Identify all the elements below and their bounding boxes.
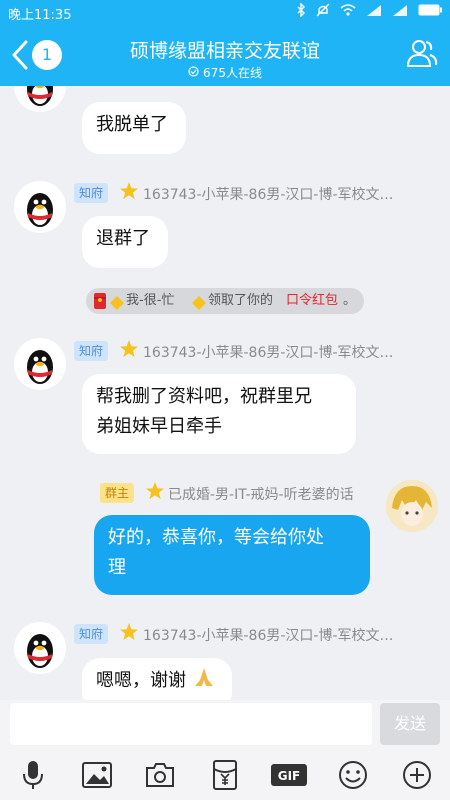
online-icon <box>188 65 199 80</box>
system-user[interactable]: 我-很-忙 <box>126 288 174 314</box>
star-icon <box>119 339 139 363</box>
star-icon <box>119 181 139 205</box>
battery-icon <box>418 4 442 20</box>
praying-hands-icon <box>192 666 216 700</box>
wifi-icon <box>340 4 356 20</box>
qq-penguin-icon <box>27 193 53 227</box>
avatar-penguin[interactable] <box>14 622 66 674</box>
sender-nickname[interactable]: 163743-小苹果-86男-汉口-博-军校文… <box>143 625 394 645</box>
signal-icon-2 <box>392 4 408 20</box>
qq-penguin-icon <box>27 86 53 106</box>
microphone-icon[interactable] <box>16 760 50 790</box>
signal-icon <box>366 4 382 20</box>
image-icon[interactable] <box>80 760 114 790</box>
member-title-tag: 知府 <box>74 183 109 203</box>
status-bar: 晚上11:35 <box>0 0 450 24</box>
message-text-line: 帮我删了资料吧，祝群里兄 <box>96 386 312 407</box>
bluetooth-icon <box>296 2 306 21</box>
mute-icon <box>316 3 330 21</box>
diamond-icon <box>110 294 124 320</box>
message-text-line: 弟姐妹早日牵手 <box>96 416 222 437</box>
sender-nickname[interactable]: 163743-小苹果-86男-汉口-博-军校文… <box>143 184 394 204</box>
group-title: 硕博缘盟相亲交友联谊 <box>129 40 320 62</box>
red-packet-icon[interactable] <box>208 760 242 790</box>
message-bubble-self[interactable]: 好的，恭喜你，等会给你处 理 <box>94 515 370 595</box>
qq-penguin-icon <box>27 634 53 668</box>
red-packet-link[interactable]: 口令红包 <box>286 288 338 314</box>
message-text-line: 理 <box>108 557 126 578</box>
member-title-tag: 知府 <box>74 624 109 644</box>
emoji-icon[interactable] <box>336 760 370 790</box>
online-count-text: 675人在线 <box>203 66 262 80</box>
chat-area[interactable]: 我脱单了 知府 163743-小苹果-86男-汉口-博-军校文… 退群了 我-很… <box>0 86 450 700</box>
sender-nickname[interactable]: 已成婚-男-IT-戒妈-听老婆的话 <box>168 484 354 504</box>
qq-penguin-icon <box>27 350 53 384</box>
avatar-penguin[interactable] <box>14 86 66 112</box>
message-bubble[interactable]: 嗯嗯，谢谢 <box>82 658 232 700</box>
avatar-penguin[interactable] <box>14 338 66 390</box>
plus-icon[interactable] <box>400 760 434 790</box>
gif-icon[interactable]: GIF <box>270 760 308 790</box>
camera-icon[interactable] <box>143 760 177 790</box>
diamond-icon <box>192 294 206 320</box>
online-count: 675人在线 <box>0 64 450 81</box>
system-action: 领取了你的 <box>208 293 274 308</box>
message-text: 嗯嗯，谢谢 <box>96 670 186 691</box>
avatar-self[interactable] <box>386 480 438 532</box>
message-bubble[interactable]: 帮我删了资料吧，祝群里兄 弟姐妹早日牵手 <box>82 374 356 454</box>
system-end: 。 <box>343 293 357 308</box>
chat-header: 1 硕博缘盟相亲交友联谊 675人在线 <box>0 24 450 86</box>
anime-avatar-icon <box>386 480 438 532</box>
message-text-line: 好的，恭喜你，等会给你处 <box>108 527 324 548</box>
member-title-tag: 群主 <box>100 483 135 503</box>
group-members-button[interactable] <box>406 38 438 72</box>
avatar-penguin[interactable] <box>14 181 66 233</box>
gif-label: GIF <box>278 769 301 783</box>
star-icon <box>119 622 139 646</box>
system-message: 我-很-忙 领取了你的 口令红包 。 <box>86 288 364 314</box>
sender-nickname[interactable]: 163743-小苹果-86男-汉口-博-军校文… <box>143 342 394 362</box>
input-bar: 发送 <box>0 700 450 748</box>
status-time: 晚上11:35 <box>8 8 72 23</box>
message-bubble[interactable]: 我脱单了 <box>82 102 186 154</box>
message-bubble[interactable]: 退群了 <box>82 216 168 268</box>
input-toolbar: GIF <box>0 748 450 800</box>
message-input[interactable] <box>10 703 372 745</box>
members-icon <box>406 40 438 67</box>
member-title-tag: 知府 <box>74 341 109 361</box>
red-packet-icon <box>94 293 106 319</box>
send-button[interactable]: 发送 <box>380 703 440 745</box>
star-icon <box>145 481 165 505</box>
